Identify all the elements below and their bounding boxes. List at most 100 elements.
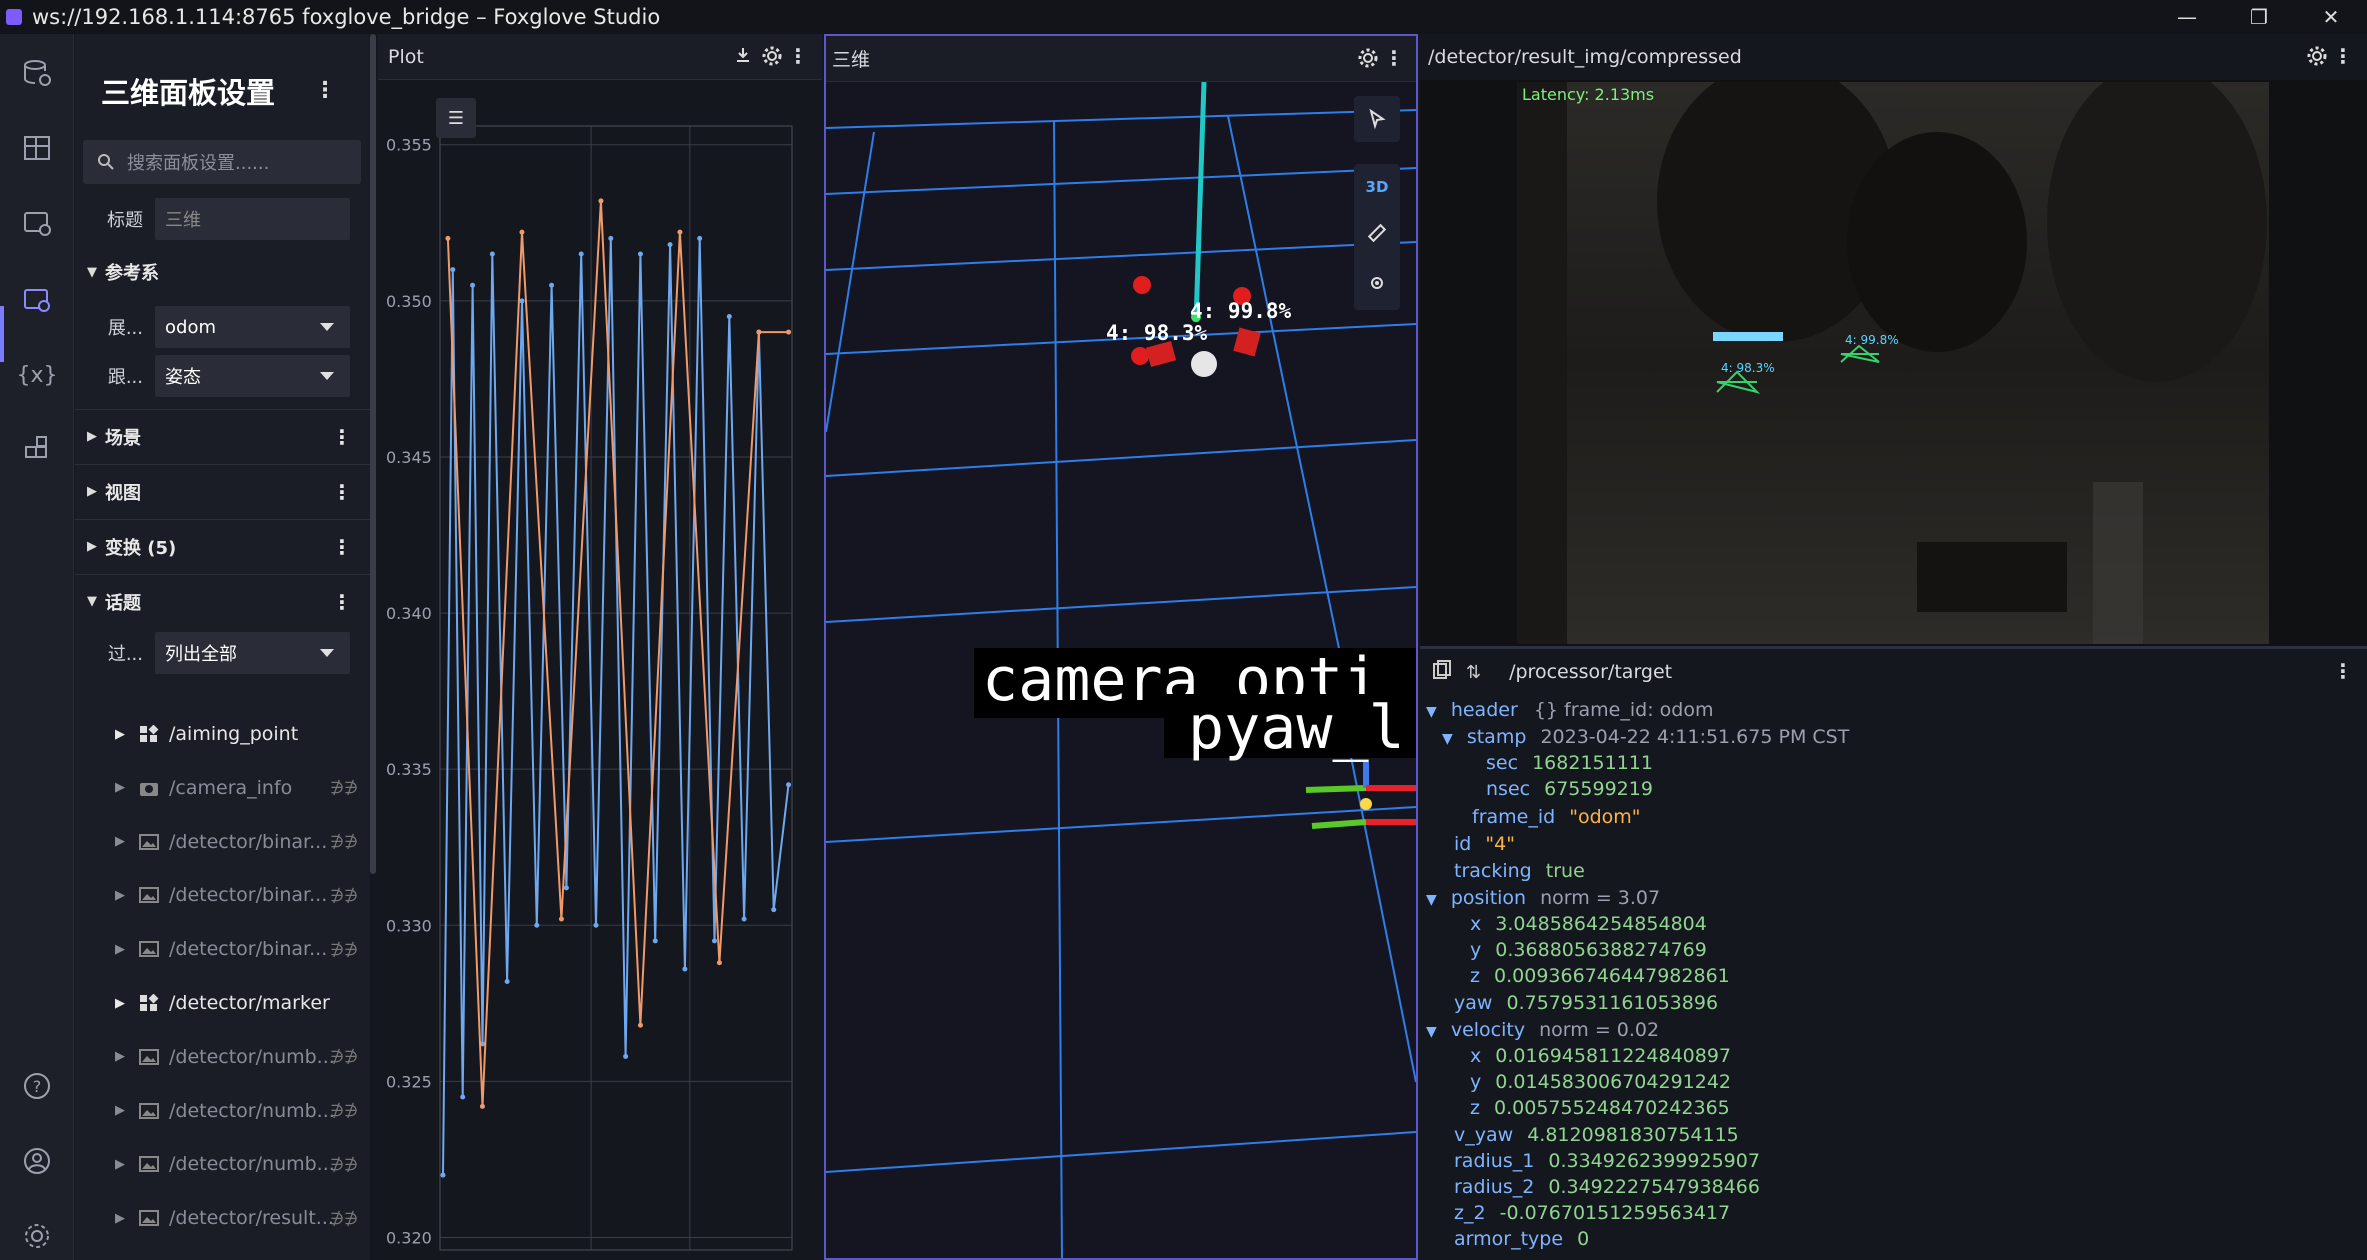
ruler-icon[interactable] [1367, 223, 1387, 247]
visibility-icon[interactable]: ∌∌ [330, 1101, 358, 1120]
topic-name: /detector/numb... [169, 1045, 335, 1068]
image-topic-title: /detector/result_img/compressed [1428, 46, 1742, 68]
visibility-icon[interactable]: ∌∌ [330, 1209, 358, 1228]
kebab-icon[interactable]: ⋮ [2333, 44, 2353, 68]
topic-item[interactable]: ▶ /aiming_point [75, 707, 370, 761]
image-icon [139, 886, 159, 904]
field-frame-id: frame_id "odom" [1472, 806, 1641, 828]
settings-menu-icon[interactable]: ⋮ [314, 78, 336, 103]
topic-item[interactable]: ▶ /detector/binar... ∌∌ [75, 922, 370, 976]
section-menu-icon[interactable]: ⋮ [332, 535, 352, 559]
topic-name: /detector/binar... [169, 884, 328, 907]
topic-item[interactable]: ▶ /camera_info ∌∌ [75, 761, 370, 815]
scene-header: 三维 ⋮ [826, 36, 1416, 82]
section-transforms[interactable]: ▶ 变换 (5) ⋮ [75, 519, 370, 573]
expand-icon: ▶ [115, 995, 125, 1011]
gear-icon[interactable] [1358, 48, 1378, 73]
settings-search-input[interactable]: 搜索面板设置...... [83, 140, 361, 184]
image-icon [139, 1048, 159, 1066]
y-tick-label: 0.345 [386, 448, 432, 467]
topic-item[interactable]: ▶/detector/result...∌∌ [75, 1245, 370, 1260]
data-source-icon[interactable] [18, 54, 56, 92]
filter-select[interactable]: 列出全部 [155, 632, 350, 674]
topic-name: /detector/binar... [169, 938, 328, 961]
section-menu-icon[interactable]: ⋮ [332, 590, 352, 614]
series-point [786, 329, 792, 335]
scene-viewport[interactable]: 4: 98.3% 4: 99.8% camera_opti pyaw_l [826, 82, 1416, 1258]
visibility-icon[interactable]: ∌∌ [330, 886, 358, 905]
app-settings-icon[interactable] [18, 1217, 56, 1255]
select-tool-icon[interactable] [1354, 96, 1400, 142]
section-frame[interactable]: ▼ 参考系 [75, 245, 370, 299]
expand-icon: ▶ [115, 1049, 125, 1065]
series-point [786, 782, 792, 788]
visibility-icon[interactable]: ∌∌ [330, 1155, 358, 1174]
series-point [623, 1053, 629, 1059]
gear-icon[interactable] [762, 46, 782, 71]
gear-icon[interactable] [2307, 46, 2327, 71]
topic-item[interactable]: ▶ /detector/numb... ∌∌ [75, 1084, 370, 1138]
section-topics[interactable]: ▼ 话题 ⋮ [75, 574, 370, 628]
field-v-yaw: v_yaw 4.8120981830754115 [1454, 1124, 1739, 1146]
add-panel-icon[interactable] [18, 204, 56, 242]
plot-chart[interactable]: 0.355 0.350 0.345 0.340 0.335 0.330 0.325 0.320… [378, 80, 822, 1260]
account-icon[interactable] [18, 1142, 56, 1180]
help-icon[interactable]: ? [18, 1067, 56, 1105]
kebab-icon[interactable]: ⋮ [1384, 46, 1404, 70]
field-header[interactable]: ▼ header {} frame_id: odom [1426, 699, 1713, 721]
publish-point-icon[interactable] [1368, 274, 1386, 296]
display-frame-label: 展... [107, 318, 143, 339]
visibility-icon[interactable]: ∌∌ [330, 940, 358, 959]
legend-toggle-icon[interactable]: ☰ [436, 98, 476, 138]
visibility-icon[interactable]: ∌∌ [330, 1047, 358, 1066]
panel-settings: 三维面板设置 ⋮ 搜索面板设置...... 标题 三维 ▼ 参考系 展... o… [75, 34, 370, 1260]
topic-item[interactable]: ▶ /detector/binar... ∌∌ [75, 868, 370, 922]
close-icon[interactable]: ✕ [2295, 0, 2367, 34]
display-frame-value: odom [165, 316, 216, 338]
settings-scrollbar[interactable] [370, 34, 376, 874]
field-velocity[interactable]: ▼ velocity norm = 0.02 [1426, 1019, 1659, 1041]
section-view[interactable]: ▶ 视图 ⋮ [75, 464, 370, 518]
plot-panel: Plot ⋮ 0.355 0.350 0.345 0.340 0.335 0.330 0.3… [378, 34, 822, 1260]
topic-item[interactable]: ▶ /detector/marker [75, 976, 370, 1030]
panel-settings-icon[interactable] [18, 281, 56, 319]
section-scene[interactable]: ▶ 场景 ⋮ [75, 409, 370, 463]
title-field[interactable]: 三维 [155, 198, 350, 240]
variables-icon[interactable]: {x} [17, 356, 58, 394]
series-line [442, 238, 790, 1176]
copy-icon[interactable] [1432, 659, 1452, 685]
field-sec: sec 1682151111 [1486, 752, 1653, 774]
download-icon[interactable] [734, 46, 752, 69]
field-stamp[interactable]: ▼ stamp 2023-04-22 4:11:51.675 PM CST [1442, 726, 1849, 748]
display-frame-select[interactable]: odom [155, 306, 350, 348]
sidebar-rail: {x} ? [0, 34, 74, 1260]
follow-select[interactable]: 姿态 [155, 355, 350, 397]
section-menu-icon[interactable]: ⋮ [332, 425, 352, 449]
camera-image[interactable]: Latency: 2.13ms 4: 98.3% 4: 99.8% [1517, 82, 2269, 644]
section-menu-icon[interactable]: ⋮ [332, 480, 352, 504]
kebab-icon[interactable]: ⋮ [788, 44, 808, 68]
topic-item[interactable]: ▶/detector/result...∌∌ [75, 1191, 370, 1245]
diff-icon[interactable]: ⇅ [1466, 662, 1481, 683]
topic-item[interactable]: ▶ /detector/numb... ∌∌ [75, 1030, 370, 1084]
field-tracking: tracking true [1454, 860, 1585, 882]
restore-icon[interactable]: ❐ [2223, 0, 2295, 34]
expand-icon: ▶ [115, 1156, 125, 1172]
scene-title: 三维 [832, 49, 871, 71]
series-point [549, 282, 555, 288]
topic-item[interactable]: ▶ /detector/numb... ∌∌ [75, 1137, 370, 1191]
extensions-icon[interactable] [18, 431, 56, 469]
visibility-icon[interactable]: ∌∌ [330, 832, 358, 851]
field-position[interactable]: ▼ position norm = 3.07 [1426, 887, 1660, 909]
topic-name: /aiming_point [169, 723, 299, 745]
topic-name: /detector/binar... [169, 830, 328, 853]
raw-topic-title: /processor/target [1509, 661, 1673, 683]
layout-icon[interactable] [18, 129, 56, 167]
series-point [637, 1022, 643, 1028]
topic-item[interactable]: ▶ /detector/binar... ∌∌ [75, 815, 370, 869]
visibility-icon[interactable]: ∌∌ [330, 778, 358, 797]
minimize-icon[interactable]: — [2151, 0, 2223, 34]
toggle-3d-button[interactable]: 3D [1366, 178, 1389, 196]
kebab-icon[interactable]: ⋮ [2333, 659, 2353, 683]
field-position-z: z 0.009366746447982861 [1470, 965, 1730, 987]
